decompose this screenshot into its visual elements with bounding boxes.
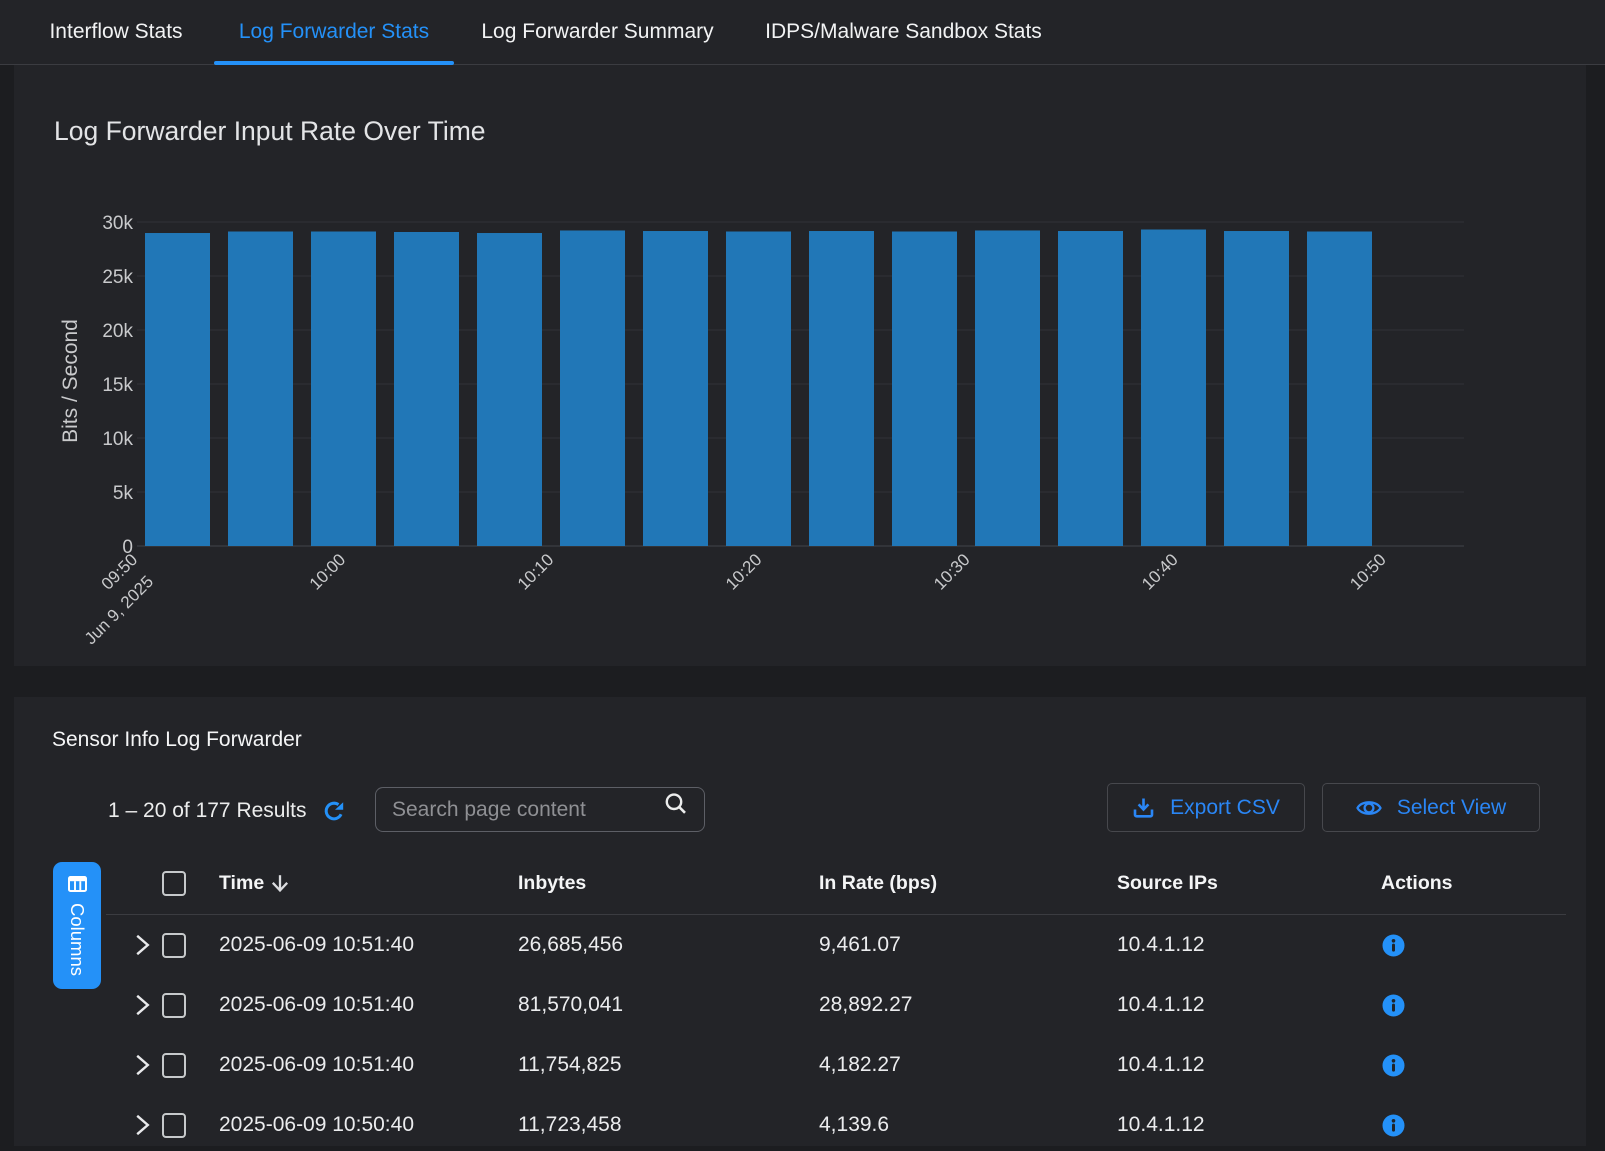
svg-text:10:20: 10:20 xyxy=(722,550,766,594)
chevron-right-icon[interactable] xyxy=(133,934,153,956)
cell-time: 2025-06-09 10:50:40 xyxy=(219,1095,414,1151)
row-checkbox-cell xyxy=(162,1035,186,1095)
cell-time: 2025-06-09 10:51:40 xyxy=(219,1035,414,1095)
export-csv-button[interactable]: Export CSV xyxy=(1107,783,1305,832)
refresh-icon[interactable] xyxy=(322,799,346,823)
cell-inrate: 9,461.07 xyxy=(819,915,901,975)
select-all-checkbox-cell xyxy=(162,855,186,911)
cell-actions xyxy=(1382,915,1405,975)
info-icon[interactable] xyxy=(1382,994,1405,1017)
cell-time: 2025-06-09 10:51:40 xyxy=(219,975,414,1035)
chevron-right-icon[interactable] xyxy=(133,1054,153,1076)
cell-actions xyxy=(1382,1035,1405,1095)
table-panel: Sensor Info Log Forwarder 1 – 20 of 177 … xyxy=(14,697,1586,1151)
svg-text:30k: 30k xyxy=(102,213,133,234)
table-row: 2025-06-09 10:51:40 81,570,041 28,892.27… xyxy=(106,975,1566,1035)
columns-icon xyxy=(68,876,87,892)
table-row: 2025-06-09 10:51:40 11,754,825 4,182.27 … xyxy=(106,1035,1566,1095)
info-icon[interactable] xyxy=(1382,1114,1405,1137)
table-header-row: Time Inbytes In Rate (bps) Source IPs Ac… xyxy=(106,858,1566,915)
svg-text:20k: 20k xyxy=(102,321,133,342)
tab-log-forwarder-stats[interactable]: Log Forwarder Stats xyxy=(214,0,454,64)
select-all-checkbox[interactable] xyxy=(162,871,186,896)
cell-sourceips: 10.4.1.12 xyxy=(1117,1095,1205,1151)
info-icon[interactable] xyxy=(1382,1054,1405,1077)
select-view-label: Select View xyxy=(1397,796,1506,820)
svg-text:25k: 25k xyxy=(102,267,133,288)
search-icon[interactable] xyxy=(663,792,689,818)
bottom-gutter xyxy=(0,1146,1605,1151)
table-row: 2025-06-09 10:51:40 26,685,456 9,461.07 … xyxy=(106,915,1566,975)
table-row: 2025-06-09 10:50:40 11,723,458 4,139.6 1… xyxy=(106,1095,1566,1151)
cell-inrate: 4,182.27 xyxy=(819,1035,901,1095)
right-gutter xyxy=(1586,65,1605,1151)
expand-row-cell xyxy=(133,915,153,975)
select-view-button[interactable]: Select View xyxy=(1322,783,1540,832)
cell-sourceips: 10.4.1.12 xyxy=(1117,975,1205,1035)
search-input[interactable] xyxy=(376,788,704,831)
cell-inbytes: 26,685,456 xyxy=(518,915,623,975)
expand-row-cell xyxy=(133,1095,153,1151)
svg-text:10:30: 10:30 xyxy=(930,550,974,594)
cell-inbytes: 11,723,458 xyxy=(518,1095,622,1151)
search-box xyxy=(375,787,705,832)
svg-text:10:50: 10:50 xyxy=(1346,550,1390,594)
table-title: Sensor Info Log Forwarder xyxy=(52,728,302,752)
cell-time: 2025-06-09 10:51:40 xyxy=(219,915,414,975)
svg-text:10:10: 10:10 xyxy=(514,550,558,594)
column-header-inrate[interactable]: In Rate (bps) xyxy=(819,855,937,911)
eye-icon xyxy=(1356,796,1382,820)
tab-log-forwarder-summary[interactable]: Log Forwarder Summary xyxy=(455,0,740,64)
svg-text:5k: 5k xyxy=(113,483,134,504)
tab-interflow-stats[interactable]: Interflow Stats xyxy=(25,0,207,64)
row-checkbox[interactable] xyxy=(162,1053,186,1078)
column-header-actions: Actions xyxy=(1381,855,1453,911)
tab-idps-malware-sandbox-stats[interactable]: IDPS/Malware Sandbox Stats xyxy=(741,0,1066,64)
cell-inrate: 4,139.6 xyxy=(819,1095,889,1151)
cell-inrate: 28,892.27 xyxy=(819,975,912,1035)
columns-tab-label: Columns xyxy=(66,903,88,976)
column-header-inbytes[interactable]: Inbytes xyxy=(518,855,586,911)
expand-row-cell xyxy=(133,1035,153,1095)
row-checkbox-cell xyxy=(162,975,186,1035)
column-header-sourceips[interactable]: Source IPs xyxy=(1117,855,1218,911)
cell-inbytes: 81,570,041 xyxy=(518,975,623,1035)
results-count: 1 – 20 of 177 Results xyxy=(108,797,306,825)
svg-text:10:00: 10:00 xyxy=(306,550,350,594)
input-rate-bar-chart: 05k10k15k20k25k30kBits / Second09:50Jun … xyxy=(14,65,1586,666)
cell-sourceips: 10.4.1.12 xyxy=(1117,1035,1205,1095)
svg-text:Bits / Second: Bits / Second xyxy=(59,319,82,443)
svg-text:15k: 15k xyxy=(102,375,133,396)
row-checkbox[interactable] xyxy=(162,933,186,958)
info-icon[interactable] xyxy=(1382,934,1405,957)
columns-tab[interactable]: Columns xyxy=(53,862,101,989)
row-checkbox[interactable] xyxy=(162,993,186,1018)
row-checkbox[interactable] xyxy=(162,1113,186,1138)
download-icon xyxy=(1132,796,1155,819)
row-checkbox-cell xyxy=(162,915,186,975)
sort-desc-icon xyxy=(270,873,290,893)
row-checkbox-cell xyxy=(162,1095,186,1151)
chart-panel: Log Forwarder Input Rate Over Time 05k10… xyxy=(14,65,1586,666)
expand-row-cell xyxy=(133,975,153,1035)
cell-actions xyxy=(1382,1095,1405,1151)
tab-bar: Interflow StatsLog Forwarder StatsLog Fo… xyxy=(0,0,1605,65)
export-csv-label: Export CSV xyxy=(1170,796,1280,820)
chevron-right-icon[interactable] xyxy=(133,994,153,1016)
sensor-table: Time Inbytes In Rate (bps) Source IPs Ac… xyxy=(106,858,1566,1151)
cell-inbytes: 11,754,825 xyxy=(518,1035,622,1095)
cell-sourceips: 10.4.1.12 xyxy=(1117,915,1205,975)
chevron-right-icon[interactable] xyxy=(133,1114,153,1136)
svg-text:10:40: 10:40 xyxy=(1138,550,1182,594)
svg-text:10k: 10k xyxy=(102,429,133,450)
cell-actions xyxy=(1382,975,1405,1035)
column-header-time[interactable]: Time xyxy=(219,855,290,911)
